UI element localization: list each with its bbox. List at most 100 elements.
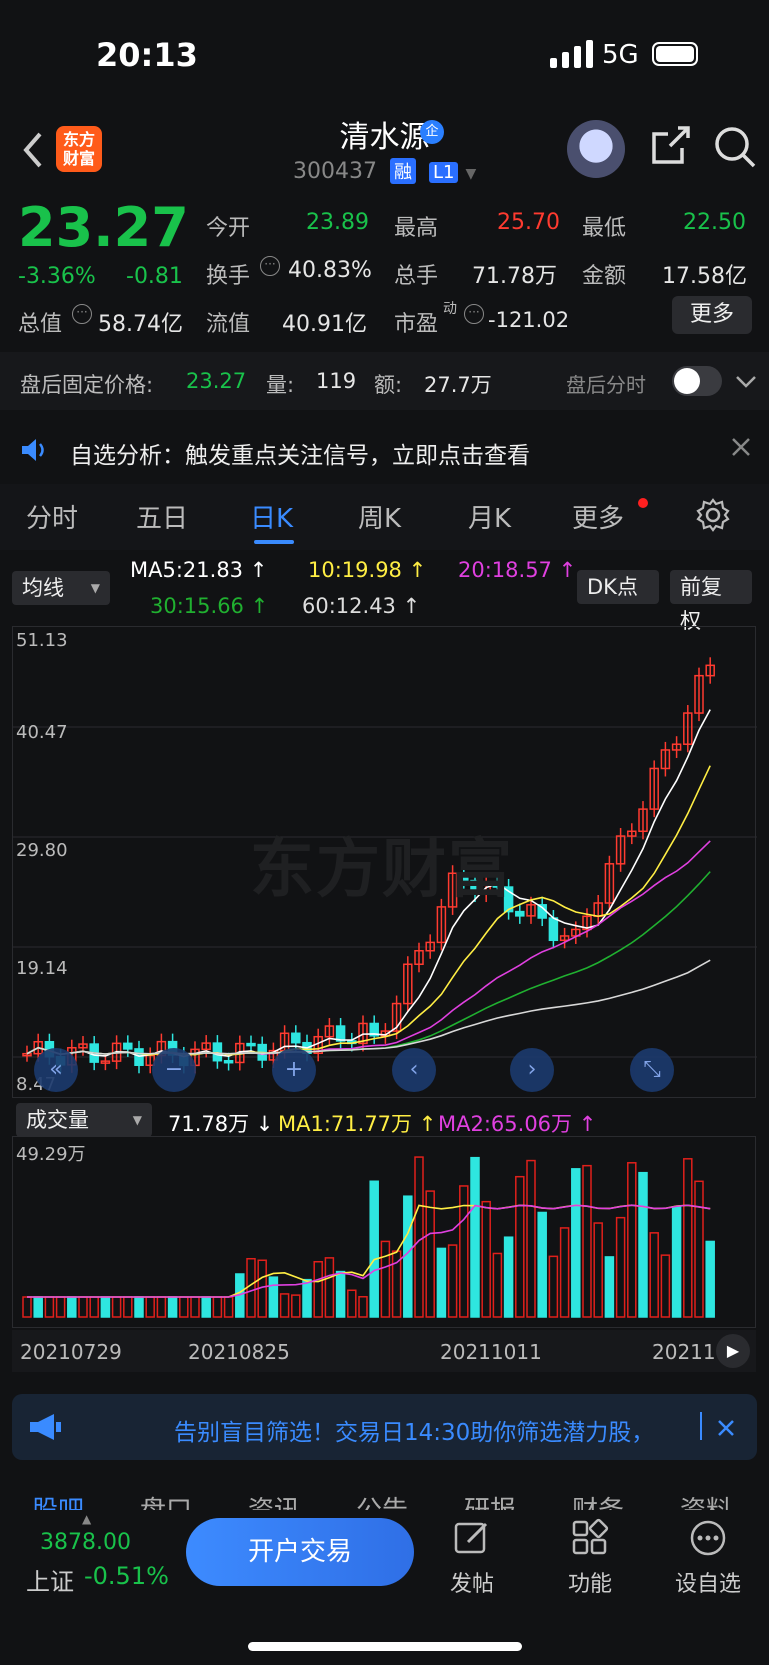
tab-intraday[interactable]: 分时: [26, 498, 78, 535]
kline-axis-label: 29.80: [16, 840, 68, 861]
after-hours-chart-label: 盘后分时: [566, 373, 646, 397]
volume-bar: [369, 1180, 379, 1318]
volume-bar: [436, 1247, 447, 1318]
volume-bar: [167, 1296, 178, 1318]
notice-text[interactable]: 自选分析：触发重点关注信号，立即点击查看: [70, 436, 530, 470]
volume-bar: [347, 1289, 357, 1318]
scroll-right-button[interactable]: ›: [510, 1048, 554, 1092]
battery-icon: [652, 42, 698, 66]
volume-bar: [335, 1270, 346, 1318]
post-button[interactable]: 发帖: [432, 1518, 512, 1598]
function-button[interactable]: 功能: [550, 1518, 630, 1598]
volume-bar: [302, 1278, 312, 1318]
date-label: 20211: [652, 1340, 716, 1364]
fullscreen-button[interactable]: ⤡: [630, 1048, 674, 1092]
mktcap-value: 58.74亿: [98, 312, 183, 337]
amount-value: 17.58亿: [662, 264, 747, 289]
open-account-trade-button[interactable]: 开户交易: [186, 1518, 414, 1586]
volume-bar: [481, 1200, 491, 1318]
volume-bar: [212, 1296, 223, 1318]
tab-five-day[interactable]: 五日: [136, 498, 188, 535]
close-icon[interactable]: [730, 436, 752, 458]
volume-label: 总手: [394, 264, 439, 289]
scroll-far-left-button[interactable]: «: [34, 1048, 78, 1092]
scroll-left-button[interactable]: ‹: [392, 1048, 436, 1092]
level-tag: L1: [428, 162, 459, 183]
stock-code-line[interactable]: 300437 融 L1 ▼: [293, 158, 476, 184]
candle: [335, 1025, 346, 1042]
ma30-value: 30:15.66 ↑: [150, 594, 269, 618]
float-value: 40.91亿: [282, 312, 367, 337]
candle: [134, 1048, 144, 1067]
dk-point-button[interactable]: DK点: [577, 570, 659, 604]
tab-weekly-k[interactable]: 周K: [358, 498, 401, 535]
mktcap-label: 总值: [18, 312, 63, 337]
volume-bar: [671, 1206, 682, 1318]
info-icon[interactable]: ···: [72, 304, 92, 324]
turnover-value: 40.83%: [288, 258, 372, 283]
volume-chart[interactable]: [12, 1136, 756, 1328]
zoom-in-button[interactable]: +: [272, 1048, 316, 1092]
tab-monthly-k[interactable]: 月K: [468, 498, 511, 535]
current-price: 23.27: [18, 196, 189, 259]
volume-bar: [100, 1296, 111, 1318]
play-icon[interactable]: ▶: [716, 1334, 750, 1368]
info-icon[interactable]: ···: [464, 304, 484, 324]
volume-bar: [447, 1244, 458, 1318]
candle: [246, 1042, 256, 1047]
close-icon[interactable]: [716, 1418, 736, 1438]
volume-bar: [593, 1222, 603, 1318]
divider: [700, 1412, 702, 1440]
robot-assistant-icon[interactable]: [567, 120, 625, 178]
after-hours-toggle[interactable]: [672, 366, 722, 396]
network-label: 5G: [602, 40, 639, 70]
volume-bar: [660, 1254, 671, 1318]
volume-bar: [324, 1257, 335, 1318]
search-icon[interactable]: [712, 124, 758, 170]
edit-icon: [454, 1522, 488, 1554]
volume-bar: [78, 1296, 88, 1318]
share-icon[interactable]: [648, 124, 692, 168]
volume-bar: [615, 1216, 626, 1318]
volume-bar: [179, 1296, 189, 1318]
info-icon[interactable]: ···: [260, 256, 280, 276]
tab-daily-k[interactable]: 日K: [250, 498, 293, 535]
grid-icon: [572, 1518, 609, 1555]
float-label: 流值: [206, 312, 251, 337]
promo-text[interactable]: 告别盲目筛选！交易日14:30助你筛选潜力股，: [174, 1413, 654, 1447]
post-label: 发帖: [449, 1572, 494, 1597]
caret-up-icon: ▲: [82, 1512, 92, 1526]
chevron-down-icon[interactable]: [734, 372, 758, 390]
volume-bar: [279, 1293, 290, 1318]
more-button[interactable]: 更多: [672, 296, 752, 334]
volume-bar: [548, 1255, 559, 1318]
volume-bar: [705, 1240, 715, 1318]
volume-value: 71.78万 ↓: [168, 1112, 274, 1136]
volume-bar: [414, 1156, 424, 1318]
volume-bar: [694, 1180, 704, 1318]
ma60-value: 60:12.43 ↑: [302, 594, 421, 618]
signal-icon: [550, 40, 593, 68]
adjust-button[interactable]: 前复权: [670, 570, 752, 633]
volume-bar: [503, 1236, 514, 1318]
volume-bar: [571, 1168, 581, 1318]
add-watchlist-button[interactable]: 设自选: [668, 1518, 748, 1598]
volume-bar: [470, 1156, 480, 1318]
volume-bar: [526, 1159, 536, 1318]
zoom-out-button[interactable]: −: [152, 1048, 196, 1092]
stock-code: 300437: [293, 159, 377, 184]
volume-ma1: MA1:71.77万 ↑: [278, 1112, 437, 1136]
volume-bar: [537, 1211, 547, 1318]
date-label: 20210729: [20, 1340, 122, 1364]
kline-axis-label: 19.14: [16, 958, 68, 979]
candle: [123, 1042, 133, 1050]
watchlist-label: 设自选: [674, 1572, 741, 1597]
index-name[interactable]: 上证: [26, 1562, 74, 1597]
tab-more[interactable]: 更多: [572, 498, 624, 535]
indicator-select[interactable]: 均线 ▼: [12, 571, 110, 605]
volume-bar: [492, 1252, 503, 1318]
settings-gear-icon[interactable]: [696, 498, 730, 532]
watermark: 东方财富: [250, 833, 514, 907]
margin-tag: 融: [389, 158, 416, 184]
volume-indicator-select[interactable]: 成交量 ▼: [16, 1103, 152, 1137]
